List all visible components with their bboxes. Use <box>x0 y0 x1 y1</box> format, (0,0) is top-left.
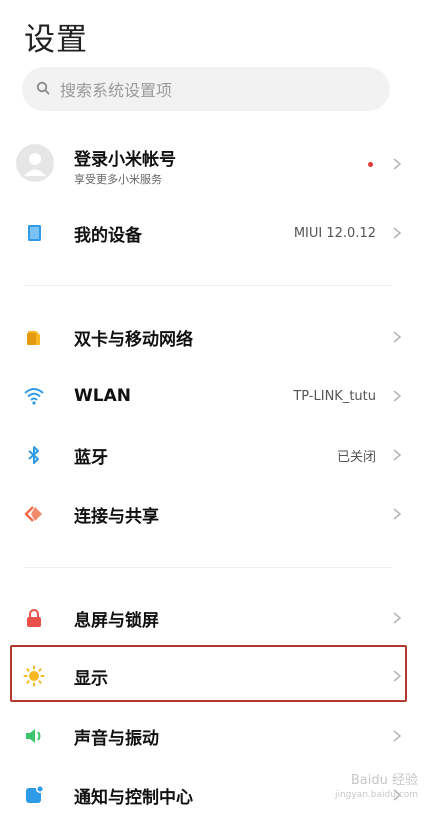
section-divider <box>24 567 392 568</box>
chevron-right-icon <box>393 390 402 402</box>
chevron-right-icon <box>393 449 402 461</box>
settings-item-sound-vibration[interactable]: 声音与振动 <box>0 708 426 764</box>
chevron-right-icon <box>393 508 402 520</box>
notification-dot <box>368 162 373 167</box>
item-label: 连接与共享 <box>74 506 159 527</box>
watermark: Baidu 经验 jingyan.baidu.com <box>335 774 418 802</box>
chevron-right-icon <box>393 612 402 624</box>
item-label: 蓝牙 <box>74 447 108 468</box>
item-value: 已关闭 <box>336 449 376 465</box>
item-label: 双卡与移动网络 <box>74 329 193 350</box>
search-placeholder: 搜索系统设置项 <box>60 81 173 100</box>
highlight-box <box>10 645 407 702</box>
sim-icon <box>22 325 46 349</box>
section-divider <box>24 285 392 286</box>
speaker-icon <box>22 724 46 748</box>
item-label: 声音与振动 <box>74 728 159 749</box>
chevron-right-icon <box>393 730 402 742</box>
account-subtitle: 享受更多小米服务 <box>74 173 162 186</box>
item-label: 息屏与锁屏 <box>74 610 159 631</box>
settings-item-wlan[interactable]: WLAN TP-LINK_tutu <box>0 368 426 424</box>
search-bar[interactable]: 搜索系统设置项 <box>22 67 390 111</box>
chevron-right-icon <box>393 331 402 343</box>
item-label: 通知与控制中心 <box>74 787 193 808</box>
item-value: TP-LINK_tutu <box>293 388 376 404</box>
notification-icon <box>22 783 46 807</box>
item-value: MIUI 12.0.12 <box>293 225 376 241</box>
item-label: 我的设备 <box>74 225 142 246</box>
account-row[interactable]: 登录小米帐号 享受更多小米服务 <box>0 135 426 193</box>
avatar <box>16 144 54 182</box>
settings-item-connection-sharing[interactable]: 连接与共享 <box>0 486 426 542</box>
share-icon <box>22 502 46 526</box>
device-icon <box>22 221 46 245</box>
settings-item-lock-screen[interactable]: 息屏与锁屏 <box>0 590 426 646</box>
chevron-right-icon <box>393 227 402 239</box>
bluetooth-icon <box>22 443 46 467</box>
settings-item-my-device[interactable]: 我的设备 MIUI 12.0.12 <box>0 205 426 261</box>
page-title: 设置 <box>24 22 88 58</box>
lock-icon <box>22 606 46 630</box>
watermark-url: jingyan.baidu.com <box>334 790 418 800</box>
settings-item-dual-sim[interactable]: 双卡与移动网络 <box>0 309 426 365</box>
wifi-icon <box>22 384 46 408</box>
account-title: 登录小米帐号 <box>74 150 176 170</box>
item-label: WLAN <box>74 386 131 406</box>
chevron-right-icon <box>393 158 402 170</box>
settings-item-bluetooth[interactable]: 蓝牙 已关闭 <box>0 427 426 483</box>
search-icon <box>36 80 50 99</box>
watermark-title: Baidu 经验 <box>350 773 418 788</box>
